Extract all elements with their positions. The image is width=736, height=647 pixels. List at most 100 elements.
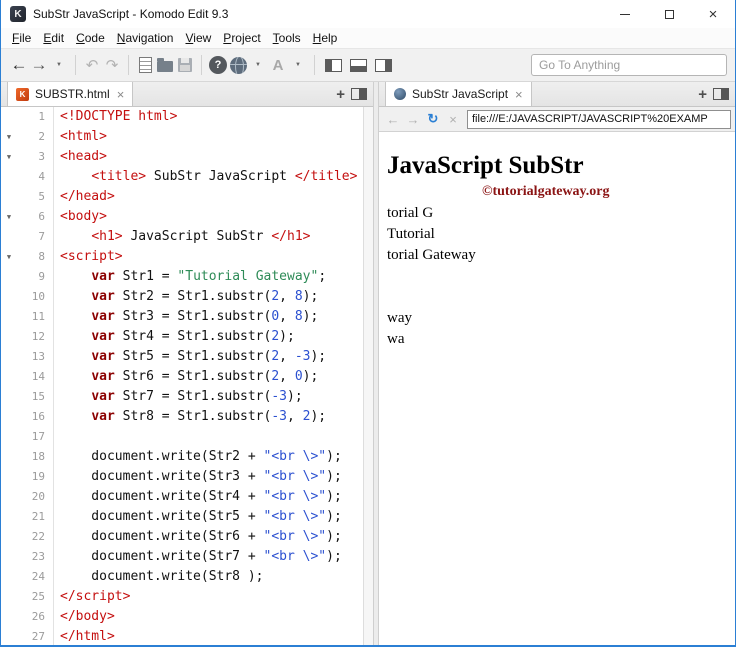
code-line-19[interactable]: document.write(Str3 + "<br \>"); bbox=[60, 467, 363, 487]
maximize-button[interactable] bbox=[647, 0, 691, 28]
code-line-13[interactable]: var Str5 = Str1.substr(2, -3); bbox=[60, 347, 363, 367]
code-line-24[interactable]: document.write(Str8 ); bbox=[60, 567, 363, 587]
output-line: way bbox=[387, 310, 412, 326]
code-line-4[interactable]: <title> SubStr JavaScript </title> bbox=[60, 167, 363, 187]
code-column[interactable]: <!DOCTYPE html> <html> <head> <title> SubS… bbox=[53, 107, 363, 645]
font-dropdown[interactable]: ▼ bbox=[288, 52, 308, 78]
tab-close-icon[interactable]: × bbox=[117, 88, 125, 101]
code-line-25[interactable]: </script> bbox=[60, 587, 363, 607]
gutter-row: 13 bbox=[1, 347, 53, 367]
menu-help[interactable]: Help bbox=[307, 29, 344, 47]
code-line-12[interactable]: var Str4 = Str1.substr(2); bbox=[60, 327, 363, 347]
code-line-20[interactable]: document.write(Str4 + "<br \>"); bbox=[60, 487, 363, 507]
code-line-27[interactable]: </html> bbox=[60, 627, 363, 645]
code-line-8[interactable]: <script> bbox=[60, 247, 363, 267]
back-button[interactable]: ← bbox=[9, 52, 29, 78]
menu-navigation[interactable]: Navigation bbox=[111, 29, 180, 47]
code-token: var bbox=[91, 309, 115, 324]
menu-tools[interactable]: Tools bbox=[267, 29, 307, 47]
editor-scrollbar[interactable] bbox=[363, 107, 373, 645]
code-token: 2 bbox=[271, 349, 280, 364]
code-line-11[interactable]: var Str3 = Str1.substr(0, 8); bbox=[60, 307, 363, 327]
code-line-22[interactable]: document.write(Str6 + "<br \>"); bbox=[60, 527, 363, 547]
split-view-icon[interactable] bbox=[713, 88, 729, 100]
url-bar[interactable]: file:///E:/JAVASCRIPT/JAVASCRIPT%20EXAMP bbox=[467, 109, 731, 129]
menu-edit[interactable]: Edit bbox=[37, 29, 70, 47]
code-token: 8 bbox=[294, 289, 303, 304]
toolbar-separator bbox=[75, 55, 76, 75]
menu-file[interactable]: File bbox=[6, 29, 37, 47]
toggle-left-pane-button[interactable] bbox=[321, 52, 346, 78]
code-line-2[interactable]: <html> bbox=[60, 127, 363, 147]
tab-substr-preview[interactable]: SubStr JavaScript × bbox=[385, 82, 532, 106]
preview-dropdown[interactable]: ▼ bbox=[248, 52, 268, 78]
gutter-row: 5 bbox=[1, 187, 53, 207]
redo-button[interactable]: ↷ bbox=[102, 52, 122, 78]
code-token: "Tutorial Gateway" bbox=[177, 269, 319, 284]
code-line-17[interactable] bbox=[60, 427, 363, 447]
font-button[interactable]: A bbox=[268, 52, 288, 78]
browser-forward-button[interactable]: → bbox=[403, 112, 423, 127]
close-button[interactable]: × bbox=[691, 0, 735, 28]
code-line-5[interactable]: </head> bbox=[60, 187, 363, 207]
code-line-26[interactable]: </body> bbox=[60, 607, 363, 627]
code-line-15[interactable]: var Str7 = Str1.substr(-3); bbox=[60, 387, 363, 407]
browser-back-button[interactable]: ← bbox=[383, 112, 403, 127]
code-token: </body> bbox=[60, 609, 115, 624]
undo-button[interactable]: ↶ bbox=[82, 52, 102, 78]
new-tab-button[interactable]: + bbox=[330, 86, 351, 103]
code-token: , bbox=[279, 369, 295, 384]
editor-gutter: 1 ▼ 2 ▼ 3 4 5 ▼ 6 7 ▼ 8 9 10 11 12 13 14 15 16 17 18 19 20 21 22 2… bbox=[1, 107, 53, 645]
code-line-1[interactable]: <!DOCTYPE html> bbox=[60, 107, 363, 127]
open-file-button[interactable] bbox=[155, 52, 175, 78]
code-line-23[interactable]: document.write(Str7 + "<br \>"); bbox=[60, 547, 363, 567]
fold-arrow-icon[interactable]: ▼ bbox=[1, 127, 17, 147]
line-number: 9 bbox=[38, 270, 45, 283]
code-line-21[interactable]: document.write(Str5 + "<br \>"); bbox=[60, 507, 363, 527]
browser-stop-button[interactable]: × bbox=[443, 112, 463, 127]
gutter-row: 19 bbox=[1, 467, 53, 487]
tab-label: SUBSTR.html bbox=[35, 87, 110, 101]
code-line-6[interactable]: <body> bbox=[60, 207, 363, 227]
menu-project[interactable]: Project bbox=[217, 29, 266, 47]
code-line-14[interactable]: var Str6 = Str1.substr(2, 0); bbox=[60, 367, 363, 387]
menu-view[interactable]: View bbox=[179, 29, 217, 47]
toggle-right-pane-button[interactable] bbox=[371, 52, 396, 78]
code-token: <!DOCTYPE html> bbox=[60, 109, 178, 124]
go-to-anything-input[interactable] bbox=[531, 54, 727, 76]
fold-arrow-icon[interactable]: ▼ bbox=[1, 147, 17, 167]
history-dropdown[interactable]: ▼ bbox=[49, 52, 69, 78]
code-line-9[interactable]: var Str1 = "Tutorial Gateway"; bbox=[60, 267, 363, 287]
line-number: 22 bbox=[31, 530, 45, 543]
fold-arrow-icon[interactable]: ▼ bbox=[1, 247, 17, 267]
code-editor[interactable]: 1 ▼ 2 ▼ 3 4 5 ▼ 6 7 ▼ 8 9 10 11 12 13 14 15 16 17 18 19 20 21 22 2… bbox=[1, 107, 373, 645]
minimize-button[interactable] bbox=[603, 0, 647, 28]
code-line-18[interactable]: document.write(Str2 + "<br \>"); bbox=[60, 447, 363, 467]
code-token: <title> bbox=[91, 169, 147, 184]
browser-refresh-button[interactable]: ↻ bbox=[423, 111, 443, 127]
menu-code[interactable]: Code bbox=[70, 29, 111, 47]
new-tab-button[interactable]: + bbox=[692, 86, 713, 103]
new-file-button[interactable] bbox=[135, 52, 155, 78]
help-button[interactable]: ? bbox=[208, 52, 228, 78]
forward-button[interactable]: → bbox=[29, 52, 49, 78]
code-line-16[interactable]: var Str8 = Str1.substr(-3, 2); bbox=[60, 407, 363, 427]
tab-substr-html[interactable]: K SUBSTR.html × bbox=[7, 82, 134, 106]
editor-tabbar: K SUBSTR.html × + bbox=[1, 82, 373, 107]
tab-close-icon[interactable]: × bbox=[515, 88, 523, 101]
code-line-3[interactable]: <head> bbox=[60, 147, 363, 167]
code-line-10[interactable]: var Str2 = Str1.substr(2, 8); bbox=[60, 287, 363, 307]
code-token: Str7 = Str1.substr( bbox=[114, 389, 272, 404]
split-view-icon[interactable] bbox=[351, 88, 367, 100]
toggle-bottom-pane-button[interactable] bbox=[346, 52, 371, 78]
preview-browser-button[interactable] bbox=[228, 52, 248, 78]
save-button[interactable] bbox=[175, 52, 195, 78]
tabbar-actions: + bbox=[692, 82, 735, 106]
code-line-7[interactable]: <h1> JavaScript SubStr </h1> bbox=[60, 227, 363, 247]
fold-arrow-icon[interactable]: ▼ bbox=[1, 207, 17, 227]
